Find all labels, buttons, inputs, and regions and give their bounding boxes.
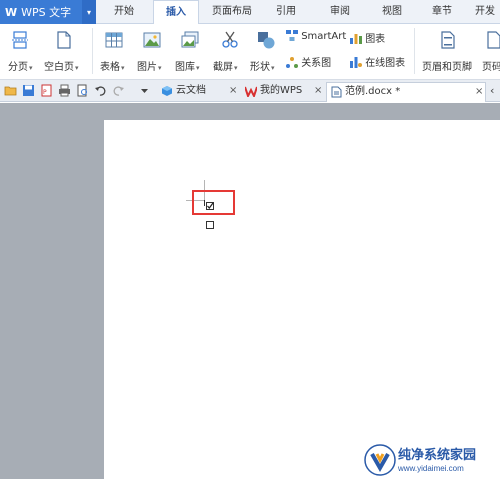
chevron-down-icon: ▾ [271,64,275,72]
print-icon[interactable] [58,84,71,97]
header-footer-icon[interactable] [438,30,458,50]
chevron-down-icon: ▾ [234,64,238,72]
smartart-icon [286,30,298,41]
export-pdf-icon[interactable]: P [40,84,53,97]
document-workspace [0,103,500,479]
app-title: WPS 文字 [21,6,72,19]
shapes-icon[interactable] [256,30,276,50]
bar-chart-icon [350,34,362,44]
cloud-cube-icon [162,86,172,96]
chart-button[interactable]: 图表 [350,30,385,45]
header-footer-button[interactable]: 页眉和页脚 [422,58,472,73]
divider [92,28,93,74]
smartart-button[interactable]: SmartArt [286,30,346,42]
page-break-button[interactable]: 分页▾ [8,58,33,73]
chevron-down-icon: ▾ [121,64,125,72]
wps-logo-icon [245,86,257,97]
unchecked-checkbox[interactable] [206,221,214,229]
quick-access-dropdown-icon[interactable] [138,84,151,97]
page-number-button[interactable]: 页码 [482,58,500,73]
tab-references[interactable]: 引用 [264,0,308,24]
blank-page-icon[interactable] [54,30,74,50]
watermark-logo-icon [364,444,396,476]
page-break-icon[interactable] [10,30,30,50]
document-icon [331,86,342,98]
chevron-down-icon: ▾ [196,64,200,72]
svg-text:P: P [43,89,47,96]
chevron-down-icon: ▾ [29,64,33,72]
document-tab-bar: P 云文档 × 我的WPS × 范例.docx * × ‹ [0,80,500,102]
relation-chart-button[interactable]: 关系图 [286,54,331,69]
tab-home[interactable]: 开始 [102,0,146,24]
ribbon-insert: 分页▾ 空白页▾ 表格▾ 图片▾ 图库▾ 截屏▾ 形状▾ SmartArt 图表… [0,24,500,80]
gallery-button[interactable]: 图库▾ [175,58,200,73]
picture-button[interactable]: 图片▾ [137,58,162,73]
print-preview-icon[interactable] [76,84,89,97]
tab-scroll-left-icon[interactable]: ‹ [490,84,494,97]
close-tab-icon[interactable]: × [314,82,322,100]
online-chart-icon [350,57,362,68]
menu-bar: W WPS 文字 ▾ 开始 插入 页面布局 引用 审阅 视图 章节 开发 [0,0,500,25]
tab-my-wps[interactable]: 我的WPS × [242,82,324,102]
tab-cloud-docs[interactable]: 云文档 × [158,82,240,102]
save-icon[interactable] [22,84,35,97]
watermark-title: 纯净系统家园 [398,448,477,463]
tab-insert[interactable]: 插入 [153,0,199,25]
gallery-icon[interactable] [180,30,200,50]
relation-icon [286,57,298,68]
redo-icon[interactable] [112,84,125,97]
shapes-button[interactable]: 形状▾ [250,58,275,73]
online-chart-button[interactable]: 在线图表 [350,54,405,69]
document-page[interactable] [104,120,500,479]
chevron-down-icon: ▾ [75,64,79,72]
screenshot-button[interactable]: 截屏▾ [213,58,238,73]
tab-document-active[interactable]: 范例.docx * × [326,82,486,102]
tab-developer[interactable]: 开发 [470,0,500,24]
tab-page-layout[interactable]: 页面布局 [206,0,258,24]
tab-review[interactable]: 审阅 [318,0,362,24]
chevron-down-icon: ▾ [158,64,162,72]
site-watermark: 纯净系统家园 www.yidaimei.com [364,442,500,479]
close-tab-icon[interactable]: × [475,83,483,101]
wps-logo: W [5,5,18,19]
tab-section[interactable]: 章节 [422,0,462,24]
blank-page-button[interactable]: 空白页▾ [44,58,79,73]
tab-view[interactable]: 视图 [370,0,414,24]
watermark-url: www.yidaimei.com [398,464,464,473]
scissors-icon[interactable] [220,30,240,50]
highlight-box [192,190,235,215]
table-button[interactable]: 表格▾ [100,58,125,73]
page-number-icon[interactable] [486,30,500,50]
app-menu-button[interactable]: W WPS 文字 ▾ [0,0,96,24]
divider [414,28,415,74]
picture-icon[interactable] [142,30,162,50]
close-tab-icon[interactable]: × [229,82,237,100]
open-folder-icon[interactable] [4,84,17,97]
app-menu-arrow-icon[interactable]: ▾ [82,0,96,24]
table-icon[interactable] [104,30,124,50]
undo-icon[interactable] [94,84,107,97]
